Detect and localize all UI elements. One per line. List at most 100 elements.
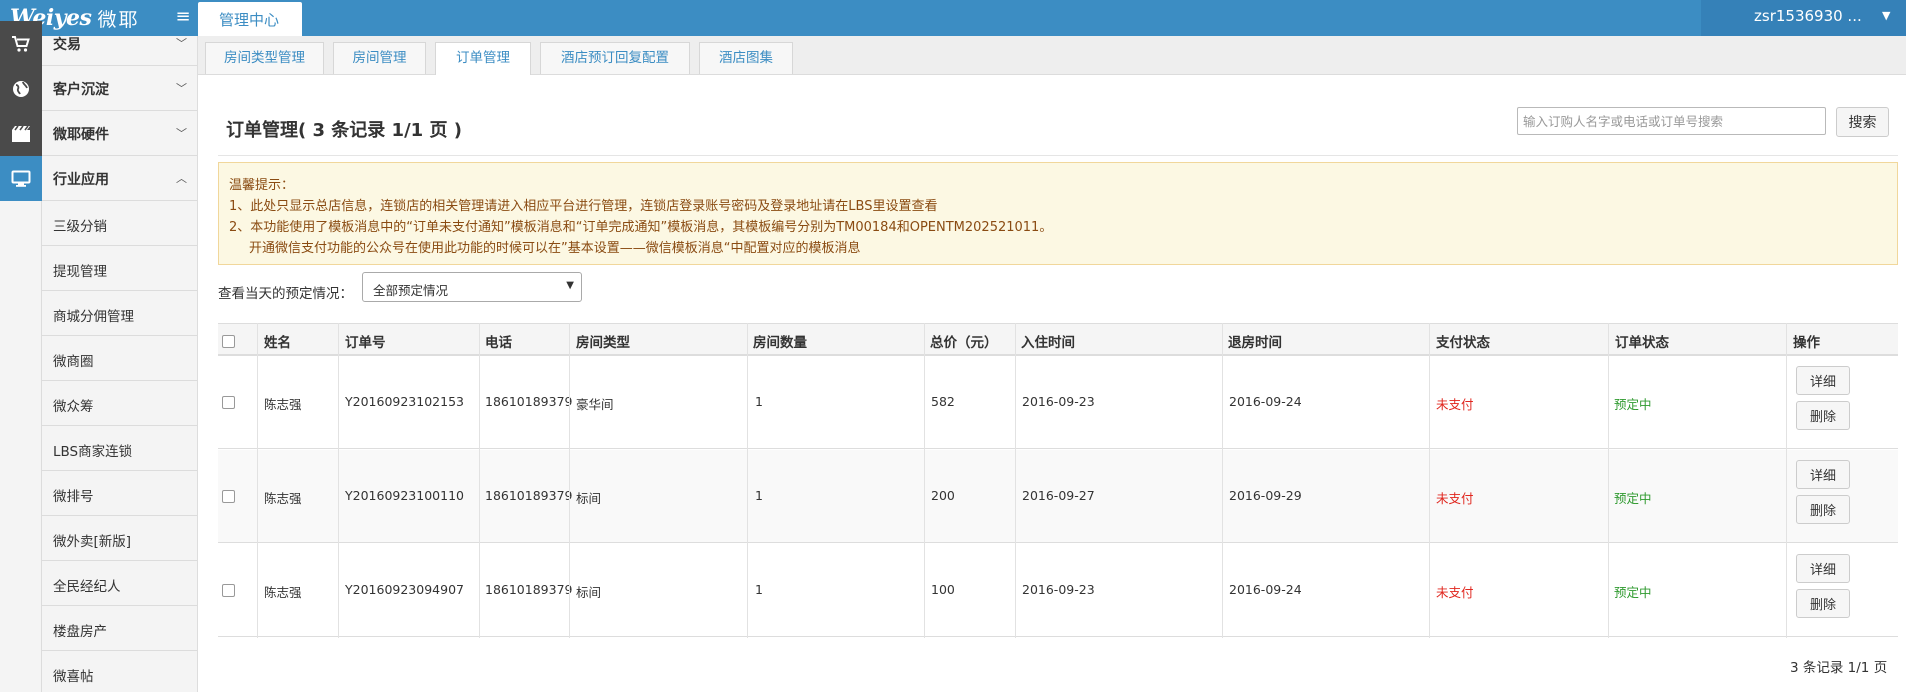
filter-selected-value: 全部预定情况: [373, 283, 449, 298]
chevron-down-icon: ﹀: [176, 127, 187, 140]
notice-line: 开通微信支付功能的公众号在使用此功能的时候可以在”基本设置——微信模板消息“中配…: [249, 241, 861, 256]
cell-room-type: 标间: [576, 585, 602, 600]
sidebar-item-customer[interactable]: 客户沉淀 ﹀: [0, 66, 197, 111]
notice-heading: 温馨提示：: [229, 178, 295, 193]
pagination-summary: 3 条记录 1/1 页: [1790, 660, 1888, 676]
column-divider: [1608, 323, 1609, 638]
caret-down-icon: ▼: [1882, 9, 1891, 22]
submenu-item-label: 三级分销: [53, 219, 107, 235]
cell-checkout: 2016-09-24: [1229, 394, 1302, 409]
notice-line: 1、此处只显示总店信息，连锁店的相关管理请进入相应平台进行管理，连锁店登录账号密…: [229, 199, 938, 214]
divider: [218, 155, 1898, 156]
row-checkbox[interactable]: [222, 396, 235, 409]
submenu-item[interactable]: 微外卖[新版]: [42, 516, 197, 561]
tab-orders[interactable]: 订单管理: [435, 42, 531, 75]
sidebar-item-label: 交易: [53, 37, 81, 53]
film-icon: [0, 111, 42, 156]
submenu-item[interactable]: 三级分销: [42, 201, 197, 246]
detail-button[interactable]: 详细: [1796, 366, 1850, 395]
cell-phone: 18610189379: [485, 582, 573, 597]
booking-filter-select[interactable]: 全部预定情况 ▼: [362, 272, 582, 302]
column-divider: [338, 323, 339, 638]
globe-icon: [0, 66, 42, 111]
submenu-item-label: 微众筹: [53, 399, 94, 415]
submenu-item-label: 楼盘房产: [53, 624, 107, 640]
tab-reply-config[interactable]: 酒店预订回复配置: [540, 42, 690, 74]
sidebar: 交易 ﹀ 客户沉淀 ﹀ 微耶硬件 ﹀ 行业应用 ︿ 三级分销 提现管理 商城分佣…: [0, 21, 198, 692]
submenu-gutter: [0, 201, 42, 692]
submenu-item-label: 微商圈: [53, 354, 94, 370]
table-header: 姓名 订单号 电话 房间类型 房间数量 总价（元） 入住时间 退房时间 支付状态…: [218, 323, 1898, 356]
column-divider: [747, 323, 748, 638]
cell-order-status: 预定中: [1614, 491, 1652, 506]
tab-gallery[interactable]: 酒店图集: [699, 42, 793, 74]
column-divider: [1015, 323, 1016, 638]
column-header: 房间数量: [753, 335, 807, 351]
cell-order-no: Y20160923102153: [345, 394, 464, 409]
page-title: 订单管理( 3 条记录 1/1 页 ): [226, 120, 462, 141]
submenu-item[interactable]: 微众筹: [42, 381, 197, 426]
cell-pay-status: 未支付: [1436, 491, 1474, 506]
column-divider: [1786, 323, 1787, 638]
column-divider: [569, 323, 570, 638]
table-row: 陈志强 Y20160923102153 18610189379 豪华间 1 58…: [218, 356, 1898, 449]
detail-button[interactable]: 详细: [1796, 554, 1850, 583]
cell-phone: 18610189379: [485, 488, 573, 503]
sidebar-item-label: 客户沉淀: [53, 82, 109, 98]
detail-button[interactable]: 详细: [1796, 460, 1850, 489]
submenu-item[interactable]: 商城分佣管理: [42, 291, 197, 336]
row-checkbox[interactable]: [222, 490, 235, 503]
cell-order-no: Y20160923100110: [345, 488, 464, 503]
top-bar: Weiyes 微耶 ≡ 管理中心 zsr1536930 ... ▼: [0, 0, 1906, 36]
submenu-item[interactable]: 楼盘房产: [42, 606, 197, 651]
tab-room[interactable]: 房间管理: [333, 42, 426, 74]
search-input[interactable]: [1517, 107, 1826, 135]
user-menu[interactable]: zsr1536930 ... ▼: [1701, 0, 1906, 36]
select-all-checkbox[interactable]: [222, 335, 235, 348]
tab-room-type[interactable]: 房间类型管理: [205, 42, 324, 74]
delete-button[interactable]: 删除: [1796, 401, 1850, 430]
username: zsr1536930 ...: [1754, 7, 1862, 25]
cell-room-count: 1: [755, 488, 763, 503]
sidebar-item-hardware[interactable]: 微耶硬件 ﹀: [0, 111, 197, 156]
tab-management-center[interactable]: 管理中心: [198, 2, 302, 36]
column-divider: [924, 323, 925, 638]
cell-total: 582: [931, 394, 955, 409]
chevron-down-icon: ﹀: [176, 37, 187, 50]
delete-button[interactable]: 删除: [1796, 495, 1850, 524]
notice-line: 2、本功能使用了模板消息中的“订单未支付通知”模板消息和“订单完成通知”模板消息…: [229, 220, 1053, 235]
submenu-item-label: 微喜帖: [53, 669, 94, 685]
row-checkbox[interactable]: [222, 584, 235, 597]
cell-checkout: 2016-09-29: [1229, 488, 1302, 503]
cell-checkout: 2016-09-24: [1229, 582, 1302, 597]
sidebar-item-trade[interactable]: 交易 ﹀: [0, 21, 197, 66]
cell-pay-status: 未支付: [1436, 585, 1474, 600]
caret-down-icon: ▼: [566, 280, 574, 291]
sidebar-item-label: 行业应用: [53, 172, 109, 188]
sidebar-item-label: 微耶硬件: [53, 127, 109, 143]
column-divider: [1222, 323, 1223, 638]
submenu-item[interactable]: LBS商家连锁: [42, 426, 197, 471]
submenu-item-label: 全民经纪人: [53, 579, 121, 595]
table-row: 陈志强 Y20160923094907 18610189379 标间 1 100…: [218, 544, 1898, 637]
cell-checkin: 2016-09-23: [1022, 582, 1095, 597]
cell-order-status: 预定中: [1614, 397, 1652, 412]
delete-button[interactable]: 删除: [1796, 589, 1850, 618]
column-header: 支付状态: [1436, 335, 1490, 351]
submenu-item[interactable]: 微商圈: [42, 336, 197, 381]
monitor-icon: [0, 156, 42, 201]
chevron-up-icon: ︿: [176, 172, 187, 185]
submenu-item[interactable]: 微排号: [42, 471, 197, 516]
submenu-item[interactable]: 全民经纪人: [42, 561, 197, 606]
cell-phone: 18610189379: [485, 394, 573, 409]
cell-room-type: 标间: [576, 491, 602, 506]
submenu-item[interactable]: 提现管理: [42, 246, 197, 291]
column-header: 订单号: [345, 335, 386, 351]
submenu-item-label: 提现管理: [53, 264, 107, 280]
submenu-item[interactable]: 微喜帖: [42, 651, 197, 692]
sidebar-item-industry[interactable]: 行业应用 ︿: [0, 156, 197, 201]
column-header: 操作: [1793, 335, 1820, 351]
column-divider: [479, 323, 480, 638]
cell-pay-status: 未支付: [1436, 397, 1474, 412]
search-button[interactable]: 搜索: [1836, 107, 1889, 137]
